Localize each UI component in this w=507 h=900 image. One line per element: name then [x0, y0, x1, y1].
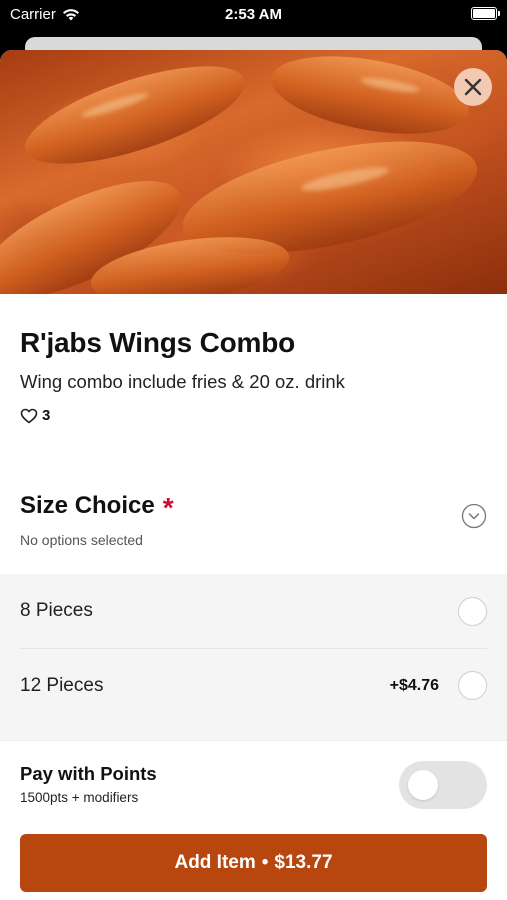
item-info: R'jabs Wings Combo Wing combo include fr… — [0, 327, 507, 424]
add-item-label: Add Item — [174, 852, 256, 873]
size-choice-title-row: Size Choice * — [20, 490, 487, 522]
status-bar: Carrier 2:53 AM — [0, 0, 507, 30]
required-indicator: * — [162, 492, 174, 523]
item-title: R'jabs Wings Combo — [20, 327, 296, 358]
item-hero-image — [0, 50, 507, 294]
item-detail-sheet: R'jabs Wings Combo Wing combo include fr… — [0, 50, 507, 900]
status-time: 2:53 AM — [225, 6, 282, 23]
option-radio[interactable] — [458, 671, 487, 700]
option-price: +$4.76 — [389, 676, 439, 694]
add-item-button[interactable]: Add Item • $13.77 — [20, 834, 487, 892]
close-button[interactable] — [454, 68, 492, 106]
like-button[interactable]: 3 — [20, 407, 487, 424]
size-option-8-pieces[interactable]: 8 Pieces — [20, 574, 487, 648]
battery-icon — [471, 7, 500, 20]
close-icon — [464, 78, 482, 96]
size-option-12-pieces[interactable]: 12 Pieces +$4.76 — [20, 648, 487, 722]
item-description: Wing combo include fries & 20 oz. drink — [20, 371, 345, 392]
option-radio[interactable] — [458, 596, 487, 626]
size-options-list: 8 Pieces 12 Pieces +$4.76 — [0, 574, 507, 740]
chevron-down-circle-icon[interactable] — [461, 503, 487, 529]
like-count: 3 — [42, 407, 51, 424]
toggle-knob — [408, 770, 438, 800]
add-item-separator: • — [261, 852, 269, 873]
option-label: 8 Pieces — [20, 600, 93, 621]
add-item-price: $13.77 — [274, 852, 333, 873]
size-choice-status: No options selected — [20, 532, 143, 548]
size-choice-title: Size Choice — [20, 492, 155, 519]
pay-with-points-row: Pay with Points 1500pts + modifiers — [0, 740, 507, 830]
size-choice-header[interactable]: Size Choice * No options selected — [0, 490, 507, 574]
heart-outline-icon — [20, 408, 38, 423]
option-label: 12 Pieces — [20, 674, 104, 696]
pay-with-points-toggle[interactable] — [399, 761, 487, 809]
